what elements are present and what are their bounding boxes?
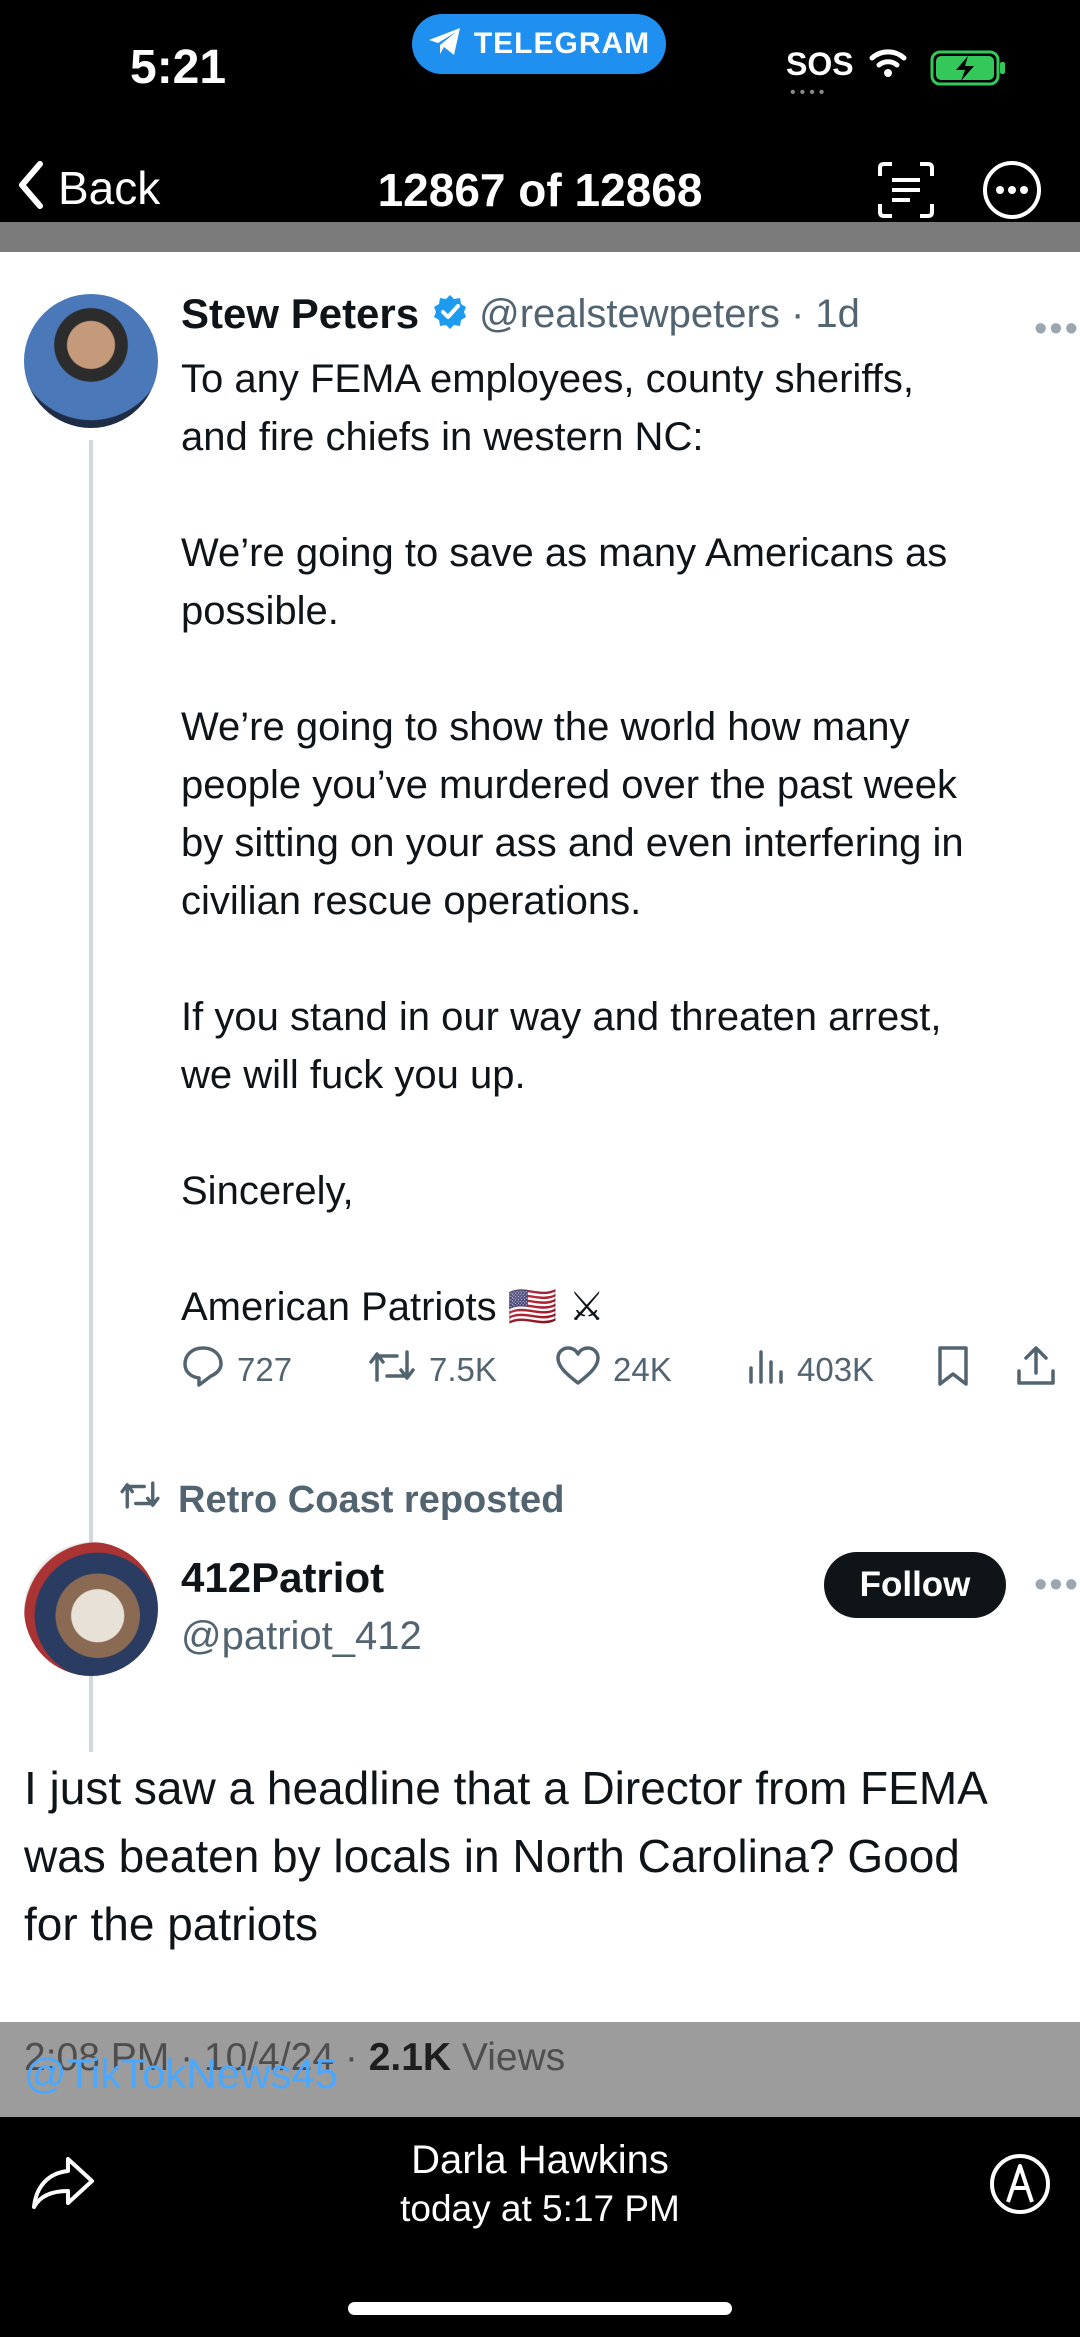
avatar[interactable] [24, 1542, 158, 1676]
views-icon [745, 1346, 785, 1394]
tweet-actions: 727 7.5K 24K 403K [181, 1344, 1071, 1396]
repost-icon [118, 1478, 162, 1522]
tweet-line: civilian rescue operations. [181, 879, 642, 923]
follow-button[interactable]: Follow [824, 1552, 1006, 1618]
tweet-line: for the patriots [24, 1898, 319, 1950]
shared-image[interactable]: Stew Peters @realstewpeters · 1d ••• To … [0, 222, 1080, 2117]
telegram-pill-label: TELEGRAM [473, 27, 651, 60]
watermark-handle: @TikTokNews45 [24, 2050, 339, 2097]
tweet-line: We’re going to save as many Americans as [181, 531, 948, 575]
verified-badge-icon [431, 293, 469, 336]
tweet-line: If you stand in our way and threaten arr… [181, 995, 942, 1039]
document-text-icon[interactable] [876, 160, 936, 225]
views-button[interactable]: 403K [745, 1346, 935, 1394]
repost-button[interactable]: 7.5K [367, 1346, 555, 1394]
reply-icon [181, 1344, 225, 1396]
author-handle: @patriot_412 [181, 1614, 422, 1658]
like-count: 24K [613, 1351, 672, 1388]
tweet-line: To any FEMA employees, county sheriffs, [181, 357, 914, 401]
repost-icon [367, 1346, 417, 1394]
battery-icon [930, 50, 1008, 91]
tweet-text: I just saw a headline that a Director fr… [24, 1754, 1080, 1958]
tweet-line: I just saw a headline that a Director fr… [24, 1762, 988, 1814]
share-icon [1015, 1345, 1057, 1395]
share-button[interactable] [1015, 1345, 1057, 1395]
tweet-line: by sitting on your ass and even interfer… [181, 821, 964, 865]
tweet-header: Stew Peters @realstewpeters · 1d [181, 290, 860, 338]
like-icon [555, 1345, 601, 1395]
tweet-line: we will fuck you up. [181, 1053, 526, 1097]
wifi-icon [868, 46, 908, 83]
repost-count: 7.5K [429, 1351, 497, 1388]
author-handle-time: @realstewpeters · 1d [479, 291, 860, 336]
like-button[interactable]: 24K [555, 1345, 745, 1395]
sent-timestamp: today at 5:17 PM [400, 2188, 680, 2229]
paper-plane-icon [428, 27, 462, 62]
markup-icon[interactable] [988, 2152, 1052, 2221]
tweet-text: To any FEMA employees, county sheriffs, … [181, 350, 1061, 1336]
reply-count: 727 [237, 1351, 293, 1388]
sender-name: Darla Hawkins [411, 2138, 669, 2182]
tweet-line: Sincerely, [181, 1169, 354, 1213]
tweet-line: American Patriots 🇺🇸 ⚔ [181, 1285, 605, 1329]
status-time: 5:21 [130, 41, 227, 94]
tweet-view-count: 2.1K [368, 2036, 452, 2079]
tweet-line: possible. [181, 589, 339, 633]
home-indicator[interactable] [348, 2302, 732, 2315]
more-options-icon[interactable]: ••• [1034, 1564, 1080, 1607]
tweet-line: people you’ve murdered over the past wee… [181, 763, 958, 807]
tweet-views-label: Views [451, 2036, 566, 2079]
tweet-line: and fire chiefs in western NC: [181, 415, 704, 459]
repost-context: Retro Coast reposted [118, 1478, 564, 1522]
tweet-line: We’re going to show the world how many [181, 705, 910, 749]
author-name[interactable]: 412Patriot [181, 1554, 384, 1602]
reply-button[interactable]: 727 [181, 1344, 367, 1396]
author-name[interactable]: Stew Peters [181, 290, 419, 338]
signal-dots: •••• [790, 84, 829, 101]
bookmark-button[interactable] [935, 1345, 1015, 1395]
image-top-strip [0, 222, 1080, 252]
views-count: 403K [797, 1351, 875, 1388]
ellipsis-circle-icon[interactable] [982, 160, 1042, 225]
bookmark-icon [935, 1345, 971, 1395]
tweet-line: was beaten by locals in North Carolina? … [24, 1830, 960, 1882]
telegram-return-pill[interactable]: TELEGRAM [412, 14, 666, 74]
sos-indicator: SOS [786, 46, 854, 82]
more-options-icon[interactable]: ••• [1034, 308, 1080, 351]
repost-label[interactable]: Retro Coast reposted [178, 1479, 564, 1522]
avatar[interactable] [24, 294, 158, 428]
